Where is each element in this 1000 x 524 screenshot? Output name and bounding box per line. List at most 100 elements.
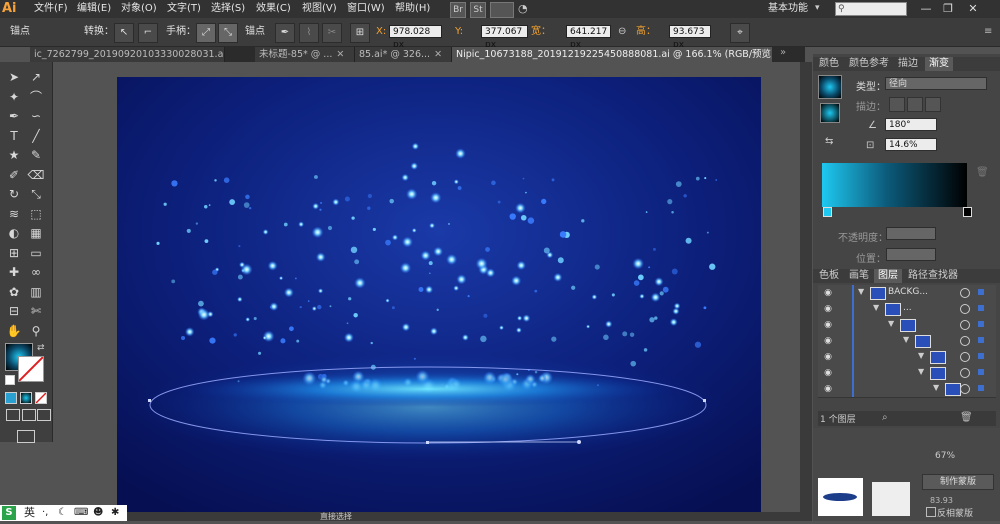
chevron-down-icon[interactable]: ▾	[815, 3, 820, 13]
height-field[interactable]: 93.673 px	[669, 25, 711, 50]
eye-icon[interactable]: ◉	[822, 319, 834, 331]
tab-brushes[interactable]: 画笔	[845, 269, 873, 283]
gpu-performance-icon[interactable]: ◔	[518, 2, 532, 16]
line-tool-icon[interactable]: ╱	[27, 127, 45, 145]
menu-object[interactable]: 对象(O)	[121, 0, 157, 18]
draw-normal-icon[interactable]	[6, 409, 20, 421]
width-tool-icon[interactable]: ≋	[5, 205, 23, 223]
shape-builder-tool-icon[interactable]: ◐	[5, 224, 23, 242]
eye-icon[interactable]: ◉	[822, 303, 834, 315]
screen-mode-icon[interactable]	[17, 430, 35, 443]
convert-to-corner-icon[interactable]: ↖	[114, 23, 134, 43]
artboard-tool-icon[interactable]: ⊟	[5, 302, 23, 320]
vertical-scrollbar[interactable]	[800, 62, 812, 521]
tabs-overflow-icon[interactable]: »	[780, 47, 786, 58]
search-input[interactable]: ⚲	[835, 2, 907, 16]
eye-icon[interactable]: ◉	[822, 335, 834, 347]
none-mode-icon[interactable]	[35, 392, 47, 404]
layer-row[interactable]: ◉ ▼ BACKG...	[818, 285, 996, 302]
star-tool-icon[interactable]: ★	[5, 146, 23, 164]
width-field[interactable]: 641.217 px	[566, 25, 611, 50]
paintbrush-tool-icon[interactable]: ✎	[27, 146, 45, 164]
target-icon[interactable]	[960, 352, 970, 362]
arrange-documents-icon[interactable]	[490, 2, 514, 18]
link-proportions-icon[interactable]: ⊖	[618, 24, 626, 40]
cut-path-icon[interactable]: ✂	[322, 23, 342, 43]
selection-indicator[interactable]	[978, 321, 984, 327]
moon-icon[interactable]: ☾	[58, 506, 67, 520]
target-icon[interactable]	[960, 320, 970, 330]
menu-help[interactable]: 帮助(H)	[395, 0, 430, 18]
selection-indicator[interactable]	[978, 305, 984, 311]
delete-stop-icon[interactable]: 🗑	[976, 167, 989, 178]
tab-stroke[interactable]: 描边	[894, 57, 922, 71]
restore-button[interactable]: ❐	[939, 0, 957, 18]
draw-behind-icon[interactable]	[22, 409, 36, 421]
expand-icon[interactable]: ▼	[858, 287, 864, 296]
x-field[interactable]: 978.028 px	[389, 25, 442, 50]
layer-row[interactable]: ◉ ▼	[818, 349, 996, 366]
convert-to-smooth-icon[interactable]: ⌐	[138, 23, 158, 43]
tab-color-guide[interactable]: 颜色参考	[845, 57, 893, 71]
layer-row[interactable]: ◉ ▼	[818, 333, 996, 350]
color-mode-icon[interactable]	[5, 392, 17, 404]
layer-row[interactable]: ◉ ▼...	[818, 301, 996, 318]
direct-selection-tool-icon[interactable]: ↗	[27, 68, 45, 86]
tab-document-3[interactable]: 85.ai* @ 326... ✕	[355, 47, 452, 62]
close-icon[interactable]: ✕	[336, 49, 344, 60]
menu-select[interactable]: 选择(S)	[211, 0, 245, 18]
opacity-field[interactable]	[886, 227, 936, 240]
mask-thumbnail[interactable]	[818, 478, 863, 516]
close-button[interactable]: ✕	[964, 0, 982, 18]
menu-effect[interactable]: 效果(C)	[256, 0, 291, 18]
gradient-preview-swatch[interactable]	[818, 75, 842, 99]
anchor-point[interactable]	[703, 399, 706, 402]
eyedropper-tool-icon[interactable]: ✚	[5, 263, 23, 281]
eye-icon[interactable]: ◉	[822, 367, 834, 379]
stroke-swatch[interactable]	[18, 356, 44, 382]
expand-icon[interactable]: ▼	[873, 303, 879, 312]
stock-icon[interactable]: St	[470, 2, 486, 18]
aspect-ratio-field[interactable]: 14.6%	[885, 138, 937, 151]
settings-icon[interactable]: ✱	[111, 506, 119, 520]
angle-field[interactable]: 180°	[885, 118, 937, 131]
y-field[interactable]: 377.067 px	[481, 25, 528, 50]
clip-checkbox[interactable]	[926, 507, 936, 517]
expand-icon[interactable]: ▼	[918, 367, 924, 376]
punctuation-icon[interactable]: ·,	[42, 506, 48, 520]
default-colors-icon[interactable]	[5, 375, 15, 385]
make-mask-button[interactable]: 制作蒙版	[922, 474, 994, 490]
expand-icon[interactable]: ▼	[888, 319, 894, 328]
lasso-tool-icon[interactable]: ⌒	[27, 88, 45, 106]
tab-color[interactable]: 颜色	[815, 57, 843, 71]
isolate-icon[interactable]: ⌖	[730, 23, 750, 43]
target-icon[interactable]	[960, 336, 970, 346]
type-tool-icon[interactable]: T	[5, 127, 23, 145]
gradient-type-select[interactable]: 径向	[885, 77, 987, 90]
layer-row[interactable]: ◉ ▼	[818, 365, 996, 382]
locate-object-icon[interactable]: ⌕	[882, 412, 888, 423]
gradient-mode-icon[interactable]	[20, 392, 32, 404]
reverse-gradient-icon[interactable]: ⇆	[825, 136, 833, 147]
stroke-within-icon[interactable]	[889, 97, 905, 112]
gradient-slider[interactable]	[822, 163, 967, 207]
expand-icon[interactable]: ▼	[918, 351, 924, 360]
menu-window[interactable]: 窗口(W)	[347, 0, 385, 18]
layer-row[interactable]: ◉ ▼	[818, 317, 996, 334]
bridge-icon[interactable]: Br	[450, 2, 466, 18]
reference-point-icon[interactable]: ⊞	[350, 23, 370, 43]
tab-pathfinder[interactable]: 路径查找器	[904, 269, 962, 283]
hand-tool-icon[interactable]: ✋	[5, 322, 23, 340]
target-icon[interactable]	[960, 368, 970, 378]
perspective-tool-icon[interactable]: ▦	[27, 224, 45, 242]
slice-tool-icon[interactable]: ✄	[27, 302, 45, 320]
gradient-tool-icon[interactable]: ▭	[27, 244, 45, 262]
menu-file[interactable]: 文件(F)	[34, 0, 68, 18]
expand-icon[interactable]: ▼	[933, 383, 939, 392]
hide-handles-icon[interactable]: ⤡	[218, 23, 238, 43]
eye-icon[interactable]: ◉	[822, 351, 834, 363]
position-field[interactable]	[886, 248, 936, 261]
layer-row[interactable]: ◉ ▼	[818, 381, 996, 398]
pencil-tool-icon[interactable]: ✐	[5, 166, 23, 184]
draw-inside-icon[interactable]	[37, 409, 51, 421]
